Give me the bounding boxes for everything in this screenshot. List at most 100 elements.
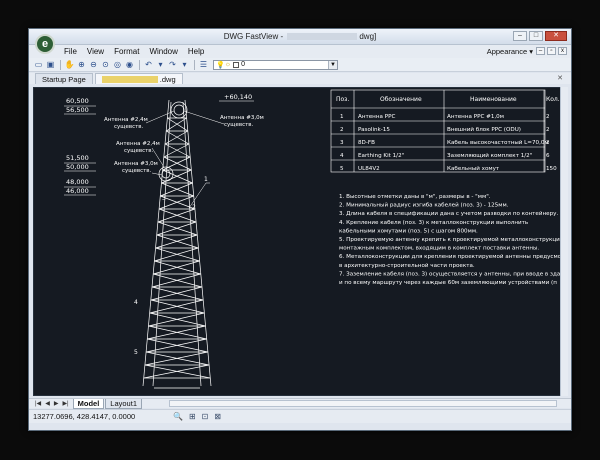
elevation-label: 50,000 [66,163,89,171]
table-cell: 150 [546,166,557,172]
table-cell: Заземляющий комплект 1/2" [447,152,533,159]
next-layout-icon[interactable]: ▶ [54,400,59,407]
layer-properties-icon[interactable]: ☰ [198,59,209,70]
layer-name: 0 [241,61,246,68]
save-icon[interactable]: ▣ [45,59,56,70]
antenna-label: Антенна #2,4м [116,141,160,147]
note-line: 7. Заземление кабеля (поз. 3) осуществля… [339,271,561,277]
zoom-extents-icon[interactable]: ◎ [112,59,123,70]
snap-icon[interactable]: ⊠ [214,412,221,421]
zoom-previous-icon[interactable]: ◉ [124,59,135,70]
toolbar-separator [60,59,61,70]
vertical-scrollbar[interactable] [560,87,568,396]
table-cell: 3 [340,140,344,146]
title-bar: DWG FastView - dwg] – □ ✕ [29,29,571,45]
marker-number: 1 [204,176,208,183]
zoom-window-icon[interactable]: ⊙ [100,59,111,70]
elevation-label: 51,500 [66,154,89,162]
redo-icon[interactable]: ↷ [167,59,178,70]
layer-select[interactable]: 💡 ☼ 0 ▼ [213,59,338,70]
table-cell: 1 [340,114,344,120]
grid-icon[interactable]: ⊞ [189,412,196,421]
app-logo-icon[interactable]: e [35,34,55,54]
doc-restore-button[interactable]: ▫ [547,47,556,55]
antenna-labels: Антенна #2,4м сущевств. Антенна #3,0м су… [104,115,264,174]
tab-model[interactable]: Model [72,398,105,409]
table-header: Наименование [470,96,517,103]
chevron-down-icon[interactable]: ▼ [328,60,337,69]
elevation-label: 48,000 [66,178,89,186]
tower-diagonal [155,234,198,249]
table-cell: 2 [546,114,550,120]
tower-bracing [143,117,211,379]
note-line: 1. Высотные отметки даны в "м", размеры … [339,194,491,200]
close-tab-icon[interactable]: ✕ [557,74,563,82]
specification-table: Поз. Обозначение Наименование Кол. 1 Анте… [330,89,560,173]
menu-window[interactable]: Window [149,47,177,56]
doc-close-button[interactable]: x [558,47,567,55]
zoom-icon[interactable]: 🔍 [173,412,183,421]
minimize-button[interactable]: – [513,31,527,41]
antenna-label: Антенна #2,4м [104,117,148,123]
ortho-icon[interactable]: ⊡ [202,412,209,421]
tower-diagonal [156,234,199,249]
table-cell: Pasolink-15 [358,127,390,133]
antenna-sublabel: сущевств. [224,122,254,128]
table-cell: Earthing Kit 1/2" [358,153,405,159]
table-cell: Антенна РРС #1,0м [447,114,504,120]
table-cell: Антенна РРС [358,114,395,120]
toolbar-separator [194,59,195,70]
toolbar-separator [139,59,140,70]
antenna-sublabel: сущевств. [124,148,154,154]
pan-icon[interactable]: ✋ [64,59,75,70]
redo-dropdown-icon[interactable]: ▾ [179,59,190,70]
toolbar: ▭ ▣ ✋ ⊕ ⊖ ⊙ ◎ ◉ ↶ ▾ ↷ ▾ ☰ 💡 ☼ 0 ▼ [29,58,571,72]
note-line: 5. Проектируемую антенну крепить к проек… [339,236,561,243]
menu-file[interactable]: File [64,47,77,56]
open-icon[interactable]: ▭ [33,59,44,70]
drawing-canvas[interactable]: +60,140 60,500 56,500 51,500 50,000 48,0… [33,87,561,396]
zoom-in-icon[interactable]: ⊕ [76,59,87,70]
document-controls: – ▫ x [536,47,567,55]
table-header: Поз. [336,96,349,103]
antenna-sublabel: сущевств. [114,124,144,130]
menu-help[interactable]: Help [188,47,204,56]
document-tabs: Startup Page .dwg ✕ [29,73,571,84]
menu-format[interactable]: Format [114,47,139,56]
doc-minimize-button[interactable]: – [536,47,545,55]
tab-drawing[interactable]: .dwg [94,73,183,84]
antenna-dish-top [170,101,188,119]
maximize-button[interactable]: □ [529,31,543,41]
layer-color-swatch [233,61,240,68]
table-cell: Внешний блок РРС (ODU) [447,126,521,133]
zoom-out-icon[interactable]: ⊖ [88,59,99,70]
table-cell: 2 [340,127,344,133]
table-body: 1 Антенна РРС Антенна РРС #1,0м 2 2 Pasolink-… [340,114,557,172]
marker-number: 3 [162,195,166,202]
undo-dropdown-icon[interactable]: ▾ [155,59,166,70]
app-window: DWG FastView - dwg] – □ ✕ e File View Fo… [28,28,572,431]
prev-layout-icon[interactable]: ◀ [45,400,50,407]
window-title: DWG FastView - dwg] [223,32,377,41]
redacted-filename [101,76,158,83]
elevation-label: 46,000 [66,187,89,195]
first-layout-icon[interactable]: |◀ [35,400,41,407]
tab-startup-page[interactable]: Startup Page [35,73,93,84]
note-line: 6. Металлоконструкции для крепления прое… [339,253,561,260]
table-cell: 8D-FB [358,140,375,146]
table-cell: Кабельный хомут [447,165,500,172]
note-line: монтажным комплектом, входящим в комплек… [339,246,539,252]
appearance-menu[interactable]: Appearance ▾ [487,47,533,56]
marker-number: 4 [134,299,138,306]
menu-view[interactable]: View [87,47,104,56]
elevation-label: 56,500 [66,106,89,114]
table-cell: 4 [340,153,344,159]
undo-icon[interactable]: ↶ [143,59,154,70]
note-line: 4. Крепление кабеля (поз. 3) к металлоко… [339,220,528,226]
last-layout-icon[interactable]: ▶| [62,400,68,407]
close-button[interactable]: ✕ [545,31,567,41]
horizontal-scrollbar[interactable] [169,400,557,407]
tab-layout1[interactable]: Layout1 [105,398,142,409]
sun-icon: ☼ [224,61,232,68]
antenna-label: Антенна #3,0м [114,161,158,167]
